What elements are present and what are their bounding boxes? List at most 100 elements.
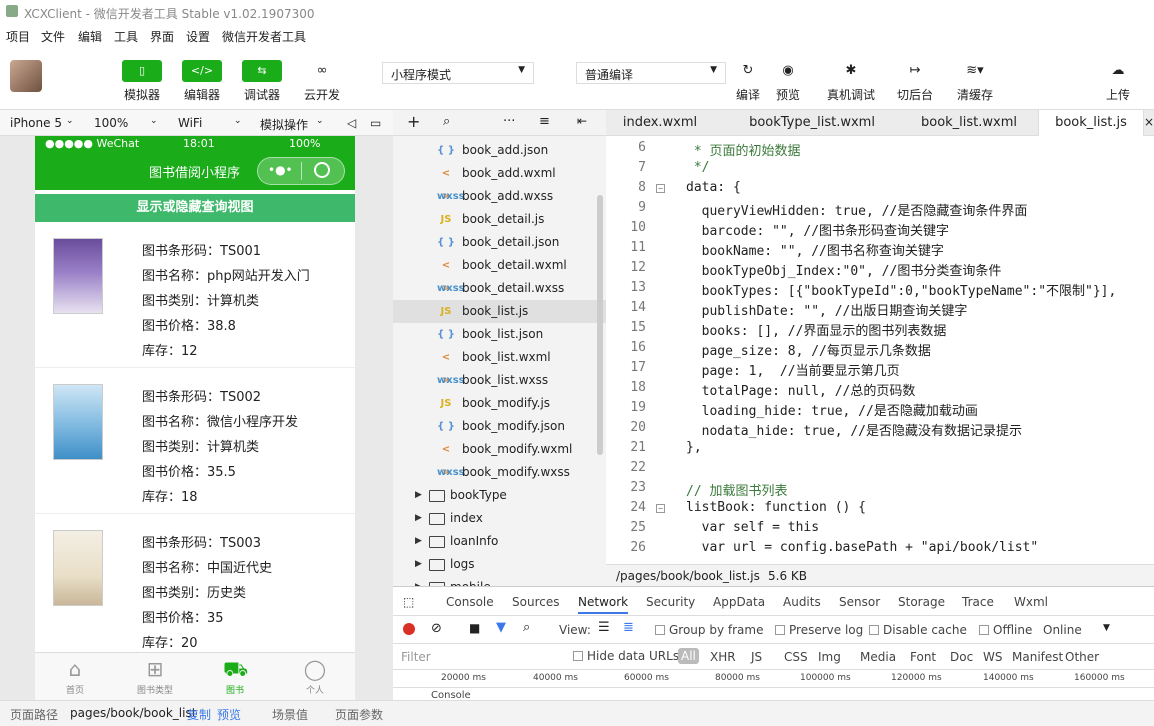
cloud-icon[interactable]: ∞ [307, 60, 337, 82]
add-file-icon[interactable]: + [407, 112, 420, 131]
file-item[interactable]: wxss book_modify.wxss [393, 461, 606, 484]
background-button[interactable]: 切后台 [885, 86, 945, 103]
clear-cache-button[interactable]: 清缓存 [945, 86, 1005, 103]
device-debug-button[interactable]: 真机调试 [821, 86, 881, 103]
type-filter-other[interactable]: Other [1065, 650, 1099, 664]
devtools-tab-audits[interactable]: Audits [783, 595, 821, 609]
tab-book-types[interactable]: ⊞ 图书类型 [115, 653, 195, 701]
preserve-log-checkbox[interactable]: Preserve log [775, 623, 863, 637]
avatar[interactable] [10, 60, 42, 92]
tab-book-list-js[interactable]: book_list.js [1038, 110, 1144, 136]
devtools-tab-sensor[interactable]: Sensor [839, 595, 880, 609]
folder-item[interactable]: ▶ loanInfo [393, 530, 606, 553]
search-icon[interactable]: ⌕ [443, 114, 450, 129]
tab-books[interactable]: ⛟ 图书 [195, 653, 275, 701]
clear-icon[interactable]: ⊘ [431, 621, 442, 636]
collapse-icon[interactable]: ⇤ [577, 114, 587, 128]
bug-icon[interactable]: ✱ [836, 60, 866, 82]
devtools-tab-storage[interactable]: Storage [898, 595, 945, 609]
type-filter-media[interactable]: Media [860, 650, 896, 664]
list-item[interactable]: 图书条形码：TS003 图书名称：中国近代史 图书类别：历史类 图书价格：35 … [35, 514, 355, 660]
menu-project[interactable]: 项目 [6, 28, 30, 45]
file-item[interactable]: { } book_modify.json [393, 415, 606, 438]
chevron-right-icon[interactable]: ▶ [415, 530, 422, 553]
type-filter-ws[interactable]: WS [983, 650, 1002, 664]
layers-icon[interactable]: ≋▾ [960, 60, 990, 82]
menu-settings[interactable]: 设置 [186, 28, 210, 45]
file-item[interactable]: { } book_detail.json [393, 231, 606, 254]
fold-icon[interactable]: − [656, 184, 665, 193]
file-item[interactable]: JS book_list.js [393, 300, 606, 323]
type-filter-img[interactable]: Img [818, 650, 841, 664]
disable-cache-checkbox[interactable]: Disable cache [869, 623, 967, 637]
file-item[interactable]: wxss book_detail.wxss [393, 277, 606, 300]
tab-index-wxml[interactable]: index.wxml [606, 110, 714, 136]
type-filter-manifest[interactable]: Manifest [1012, 650, 1063, 664]
upload-cloud-icon[interactable]: ☁ [1103, 60, 1133, 82]
folder-item[interactable]: ▶ bookType [393, 484, 606, 507]
devtools-tab-wxml[interactable]: Wxml [1014, 595, 1048, 609]
menu-wechat-devtools[interactable]: 微信开发者工具 [222, 28, 306, 45]
type-filter-css[interactable]: CSS [784, 650, 808, 664]
list-item[interactable]: 图书条形码：TS001 图书名称：php网站开发入门 图书类别：计算机类 图书价… [35, 222, 355, 368]
record-icon[interactable] [403, 623, 415, 635]
chevron-down-icon[interactable]: ▼ [1103, 623, 1110, 633]
menu-edit[interactable]: 编辑 [78, 28, 102, 45]
offline-checkbox[interactable]: Offline [979, 623, 1032, 637]
devtools-tab-trace[interactable]: Trace [962, 595, 994, 609]
type-filter-font[interactable]: Font [910, 650, 936, 664]
debugger-toggle-button[interactable]: ⇆ [242, 60, 282, 82]
simulator-toggle-button[interactable]: ▯ [122, 60, 162, 82]
file-tree-scrollbar[interactable] [597, 195, 603, 455]
eye-icon[interactable]: ◉ [773, 60, 803, 82]
simulate-operation-select[interactable]: 模拟操作 [260, 116, 308, 133]
group-by-frame-checkbox[interactable]: Group by frame [655, 623, 763, 637]
copy-link[interactable]: 复制 [187, 706, 211, 723]
devtools-tab-console[interactable]: Console [446, 595, 494, 609]
inspect-icon[interactable]: ⬚ [403, 595, 414, 609]
chevron-right-icon[interactable]: ▶ [415, 484, 422, 507]
tab-home[interactable]: ⌂ 首页 [35, 653, 115, 701]
fold-icon[interactable]: − [656, 504, 665, 513]
toggle-query-view-button[interactable]: 显示或隐藏查询视图 [35, 194, 355, 222]
list-view-icon[interactable]: ☰ [598, 620, 610, 635]
folder-item[interactable]: ▶ index [393, 507, 606, 530]
more-icon[interactable]: ··· [503, 114, 515, 129]
devtools-tab-appdata[interactable]: AppData [713, 595, 765, 609]
folder-item[interactable]: ▶ logs [393, 553, 606, 576]
search-icon[interactable]: ⌕ [523, 620, 530, 635]
file-item[interactable]: wxss book_add.wxss [393, 185, 606, 208]
waterfall-view-icon[interactable]: ≣ [623, 620, 634, 635]
file-item[interactable]: < > book_list.wxml [393, 346, 606, 386]
file-item[interactable]: < > book_add.wxml [393, 162, 606, 202]
type-filter-all[interactable]: All [678, 648, 699, 664]
file-item[interactable]: { } book_add.json [393, 139, 606, 162]
network-select[interactable]: WiFi [178, 116, 202, 130]
refresh-icon[interactable]: ↻ [733, 60, 763, 82]
menu-tools[interactable]: 工具 [114, 28, 138, 45]
preview-link[interactable]: 预览 [217, 706, 241, 723]
page-params-button[interactable]: 页面参数 [335, 706, 383, 723]
type-filter-js[interactable]: JS [751, 650, 762, 664]
compile-mode-select[interactable]: 普通编译 ▼ [576, 62, 726, 84]
devtools-tab-sources[interactable]: Sources [512, 595, 559, 609]
filter-icon[interactable]: ▼ [496, 620, 506, 635]
menu-interface[interactable]: 界面 [150, 28, 174, 45]
camera-icon[interactable]: ■ [469, 621, 480, 635]
volume-icon[interactable]: ◁ [347, 116, 356, 130]
menu-file[interactable]: 文件 [41, 28, 65, 45]
sort-icon[interactable]: ≡ [539, 114, 550, 129]
editor-toggle-button[interactable]: </> [182, 60, 222, 82]
file-item[interactable]: < > book_detail.wxml [393, 254, 606, 294]
device-model-select[interactable]: iPhone 5 [10, 116, 62, 130]
zoom-select[interactable]: 100% [94, 116, 128, 130]
devtools-tab-security[interactable]: Security [646, 595, 695, 609]
chevron-right-icon[interactable]: ▶ [415, 507, 422, 530]
mode-select[interactable]: 小程序模式 ▼ [382, 62, 534, 84]
close-miniprogram-icon[interactable] [314, 162, 330, 178]
switch-background-icon[interactable]: ↦ [900, 60, 930, 82]
file-item[interactable]: < > book_modify.wxml [393, 438, 606, 478]
preview-button[interactable]: 预览 [758, 86, 818, 103]
file-item[interactable]: { } book_list.json [393, 323, 606, 346]
capsule-menu[interactable]: •●• [257, 157, 345, 185]
